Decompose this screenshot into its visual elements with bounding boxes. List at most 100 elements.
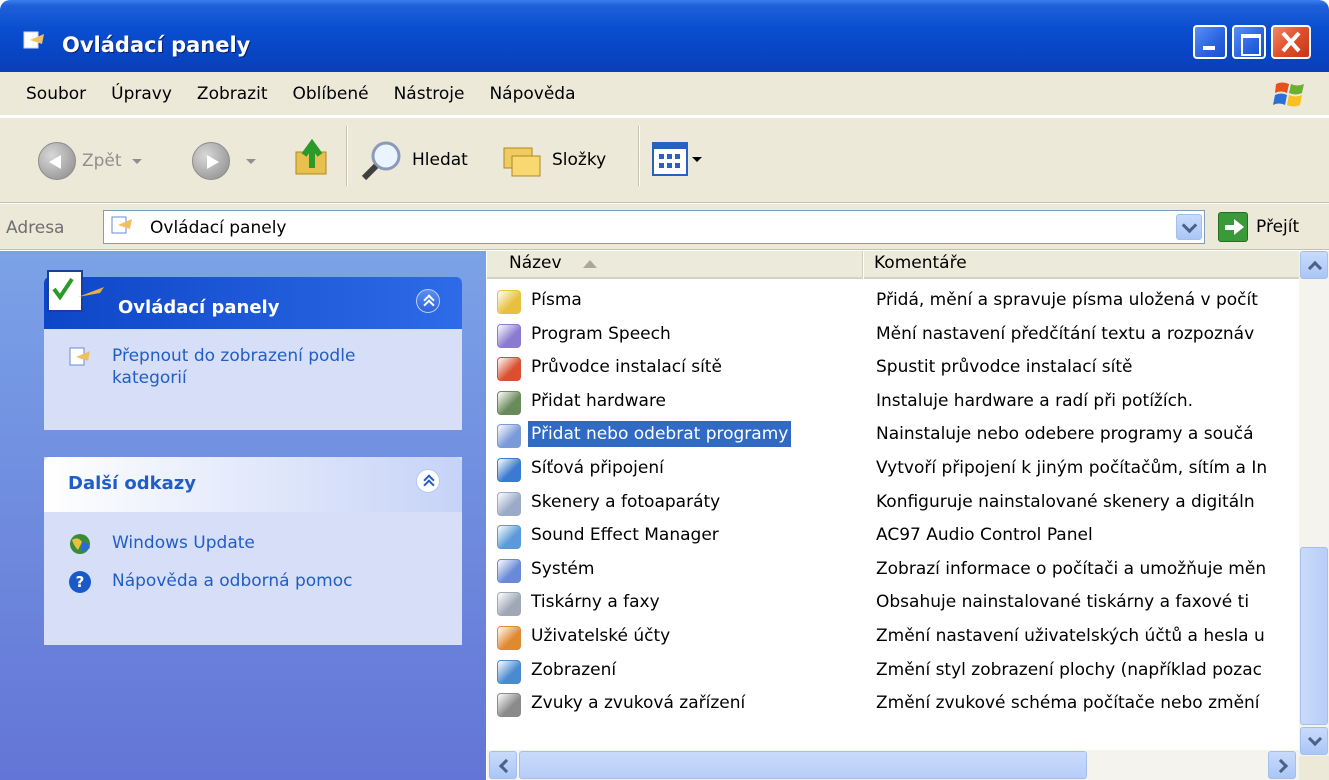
- list-item-name[interactable]: Písma: [531, 290, 582, 310]
- collapse-icon[interactable]: [416, 469, 440, 493]
- maximize-button[interactable]: [1232, 25, 1266, 59]
- go-button[interactable]: Přejít: [1218, 212, 1299, 242]
- scroll-right-button[interactable]: [1268, 751, 1296, 779]
- list-item-name[interactable]: Skenery a fotoaparáty: [531, 492, 720, 512]
- folders-icon: [503, 147, 541, 177]
- printer-icon: [497, 592, 521, 617]
- scroll-down-button[interactable]: [1300, 727, 1328, 755]
- task-pane: Ovládací panely Přepnout do zobrazení po…: [0, 251, 486, 780]
- column-header-name[interactable]: Název: [487, 251, 863, 279]
- horizontal-scrollbar[interactable]: [487, 750, 1299, 780]
- list-item-name[interactable]: Přidat hardware: [531, 391, 666, 411]
- display-icon: [497, 659, 521, 684]
- menu-help[interactable]: Nápověda: [489, 84, 575, 104]
- control-panel-card-header[interactable]: Ovládací panely: [44, 270, 462, 329]
- list-item-name[interactable]: Sound Effect Manager: [531, 525, 719, 545]
- list-item-comment: Změní nastavení uživatelských účtů a hes…: [876, 626, 1265, 646]
- address-field[interactable]: Ovládací panely: [103, 210, 1205, 244]
- sounds-icon: [497, 693, 521, 718]
- list-item-name[interactable]: Průvodce instalací sítě: [531, 357, 722, 377]
- list-item[interactable]: Síťová připojení Vytvoří připojení k jiný…: [487, 453, 1299, 486]
- back-dropdown-icon[interactable]: [131, 158, 142, 164]
- sound-effect-icon: [497, 525, 521, 550]
- folder-up-icon: [295, 138, 327, 175]
- scanner-icon: [497, 491, 521, 516]
- control-panel-icon: [111, 216, 132, 234]
- list-item-comment: Obsahuje nainstalované tiskárny a faxové…: [876, 592, 1250, 613]
- search-icon: [361, 141, 401, 181]
- list-item[interactable]: Průvodce instalací sítě Spustit průvodce …: [487, 352, 1299, 385]
- forward-button[interactable]: [192, 142, 256, 180]
- menu-bar: Soubor Úpravy Zobrazit Oblíbené Nástroje…: [0, 72, 1329, 116]
- column-header-comments-label: Komentáře: [874, 253, 967, 273]
- menu-file[interactable]: Soubor: [26, 84, 86, 104]
- list-item-name[interactable]: Tiskárny a faxy: [531, 592, 660, 612]
- list-item-comment: Změní zvukové schéma počítače nebo změní: [876, 693, 1260, 714]
- go-arrow-icon: [1218, 212, 1248, 242]
- file-list: Název Komentáře Písma Přidá, mění a sprav…: [487, 251, 1329, 780]
- horizontal-scroll-thumb[interactable]: [519, 751, 1087, 779]
- back-button[interactable]: Zpět: [38, 142, 142, 180]
- list-item-name[interactable]: Zobrazení: [531, 660, 616, 680]
- switch-to-category-view-text[interactable]: Přepnout do zobrazení podle kategorií: [112, 345, 412, 389]
- forward-dropdown-icon[interactable]: [246, 158, 256, 164]
- go-label: Přejít: [1256, 217, 1300, 237]
- up-button[interactable]: [292, 138, 332, 180]
- list-item-name[interactable]: Program Speech: [531, 324, 671, 344]
- list-item[interactable]: Zobrazení Změní styl zobrazení plochy (na…: [487, 655, 1299, 688]
- list-item-comment: Nainstaluje nebo odebere programy a souč…: [876, 424, 1254, 445]
- list-item-name[interactable]: Systém: [531, 559, 594, 579]
- list-item[interactable]: Sound Effect Manager AC97 Audio Control P…: [487, 520, 1299, 553]
- collapse-icon[interactable]: [416, 289, 440, 313]
- toolbar: Zpět Hledat Složky: [0, 117, 1329, 203]
- menu-favorites[interactable]: Oblíbené: [292, 84, 368, 104]
- list-item-name[interactable]: Přidat nebo odebrat programy: [528, 421, 792, 448]
- hardware-icon: [497, 390, 521, 415]
- help-support-text[interactable]: Nápověda a odborná pomoc: [112, 570, 352, 592]
- help-support-link[interactable]: ? Nápověda a odborná pomoc: [68, 570, 352, 594]
- back-arrow-icon: [38, 142, 76, 180]
- vertical-scrollbar[interactable]: [1299, 251, 1329, 756]
- minimize-button[interactable]: [1193, 25, 1227, 59]
- folders-label: Složky: [552, 150, 607, 170]
- list-item[interactable]: Přidat nebo odebrat programy Nainstaluje …: [487, 419, 1299, 452]
- windows-update-text[interactable]: Windows Update: [112, 532, 255, 554]
- control-panel-card-title: Ovládací panely: [118, 297, 280, 318]
- list-item-comment: Konfiguruje nainstalované skenery a digi…: [876, 491, 1255, 512]
- windows-update-link[interactable]: Windows Update: [68, 532, 255, 556]
- other-links-card-header[interactable]: Další odkazy: [44, 457, 462, 512]
- menu-view[interactable]: Zobrazit: [197, 84, 268, 104]
- list-item-name[interactable]: Zvuky a zvuková zařízení: [531, 693, 745, 713]
- other-links-card: Další odkazy Windows Update ? Nápověda a…: [44, 457, 462, 645]
- folders-button[interactable]: Složky: [500, 138, 606, 182]
- column-header-comments[interactable]: Komentáře: [864, 251, 1299, 279]
- list-item[interactable]: Uživatelské účty Změní nastavení uživatel…: [487, 621, 1299, 654]
- switch-to-category-view-link[interactable]: Přepnout do zobrazení podle kategorií: [68, 345, 412, 389]
- forward-arrow-icon: [192, 142, 230, 180]
- list-item[interactable]: Systém Zobrazí informace o počítači a umo…: [487, 554, 1299, 587]
- fonts-icon: [497, 290, 521, 314]
- close-button[interactable]: [1271, 25, 1311, 59]
- back-label: Zpět: [82, 151, 122, 171]
- list-item[interactable]: Přidat hardware Instaluje hardware a radí…: [487, 386, 1299, 419]
- menu-edit[interactable]: Úpravy: [111, 84, 172, 104]
- address-dropdown-icon[interactable]: [1176, 214, 1202, 240]
- list-item[interactable]: Tiskárny a faxy Obsahuje nainstalované ti…: [487, 587, 1299, 620]
- views-dropdown-icon[interactable]: [692, 156, 702, 162]
- list-item[interactable]: Zvuky a zvuková zařízení Změní zvukové sc…: [487, 688, 1299, 721]
- list-item[interactable]: Skenery a fotoaparáty Konfiguruje nainsta…: [487, 487, 1299, 520]
- list-item-name[interactable]: Uživatelské účty: [531, 626, 670, 646]
- column-header-name-label: Název: [509, 253, 562, 273]
- control-panel-icon: [23, 31, 44, 49]
- list-item[interactable]: Písma Přidá, mění a spravuje písma uložen…: [487, 285, 1299, 318]
- list-item[interactable]: Program Speech Mění nastavení předčítání …: [487, 319, 1299, 352]
- menu-tools[interactable]: Nástroje: [394, 84, 465, 104]
- vertical-scroll-thumb[interactable]: [1300, 547, 1328, 725]
- search-button[interactable]: Hledat: [360, 138, 468, 182]
- title-bar: Ovládací panely: [0, 0, 1329, 72]
- views-button[interactable]: [652, 142, 702, 176]
- resize-grip[interactable]: [1299, 756, 1329, 780]
- scroll-up-button[interactable]: [1300, 251, 1328, 279]
- scroll-left-button[interactable]: [489, 751, 517, 779]
- list-item-name[interactable]: Síťová připojení: [531, 458, 664, 478]
